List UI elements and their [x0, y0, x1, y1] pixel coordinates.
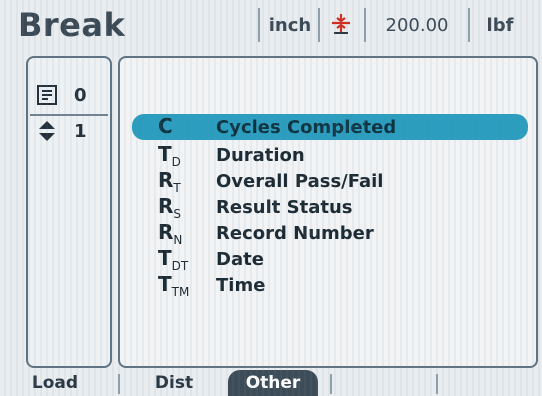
item-label: Time [216, 274, 266, 296]
tab-divider [330, 374, 332, 394]
item-label: Record Number [216, 222, 374, 244]
sort-row[interactable]: 1 [34, 118, 100, 144]
item-symbol: RS [158, 193, 182, 221]
list-item[interactable]: C Cycles Completed [132, 114, 528, 140]
tab-load[interactable]: Load [14, 370, 96, 396]
item-label: Cycles Completed [216, 116, 397, 138]
arrows-converge-icon [330, 12, 352, 39]
left-panel: 0 1 [26, 56, 112, 368]
item-symbol: TD [158, 141, 181, 169]
list-item[interactable]: TD Duration [132, 141, 528, 169]
direction-button[interactable] [320, 6, 362, 44]
item-symbol: RT [158, 167, 181, 195]
device-screen: Break inch 200.00 lbf 0 1 C Cycles Compl… [0, 0, 542, 396]
list-icon [34, 84, 60, 106]
list-item[interactable]: TDT Date [132, 245, 528, 273]
item-symbol: TDT [158, 245, 189, 273]
sort-value: 1 [74, 120, 87, 142]
up-down-arrow-icon [34, 120, 60, 142]
item-label: Date [216, 248, 264, 270]
list-item[interactable]: RS Result Status [132, 193, 528, 221]
item-label: Overall Pass/Fail [216, 170, 384, 192]
bottom-tab-bar: Load Dist Other [0, 368, 542, 396]
item-label: Duration [216, 144, 305, 166]
tab-divider [118, 374, 120, 394]
list-count-value: 0 [74, 84, 87, 106]
item-symbol: C [158, 113, 173, 138]
header-divider [258, 8, 260, 42]
left-panel-divider [30, 114, 108, 116]
limit-value[interactable]: 200.00 [366, 6, 468, 44]
units-button[interactable]: inch [262, 6, 318, 44]
list-item[interactable]: RT Overall Pass/Fail [132, 167, 528, 195]
tab-divider [436, 374, 438, 394]
tab-other[interactable]: Other [228, 370, 318, 396]
item-symbol: RN [158, 219, 183, 247]
item-label: Result Status [216, 196, 353, 218]
page-title: Break [18, 6, 126, 44]
force-unit-button[interactable]: lbf [470, 6, 530, 44]
tab-dist[interactable]: Dist [142, 370, 206, 396]
field-list-panel: C Cycles Completed TD Duration RT Overal… [118, 56, 538, 368]
list-item[interactable]: RN Record Number [132, 219, 528, 247]
list-item[interactable]: TTM Time [132, 271, 528, 299]
list-count-row[interactable]: 0 [34, 82, 100, 108]
item-symbol: TTM [158, 271, 190, 299]
header-bar: Break inch 200.00 lbf [0, 0, 542, 50]
